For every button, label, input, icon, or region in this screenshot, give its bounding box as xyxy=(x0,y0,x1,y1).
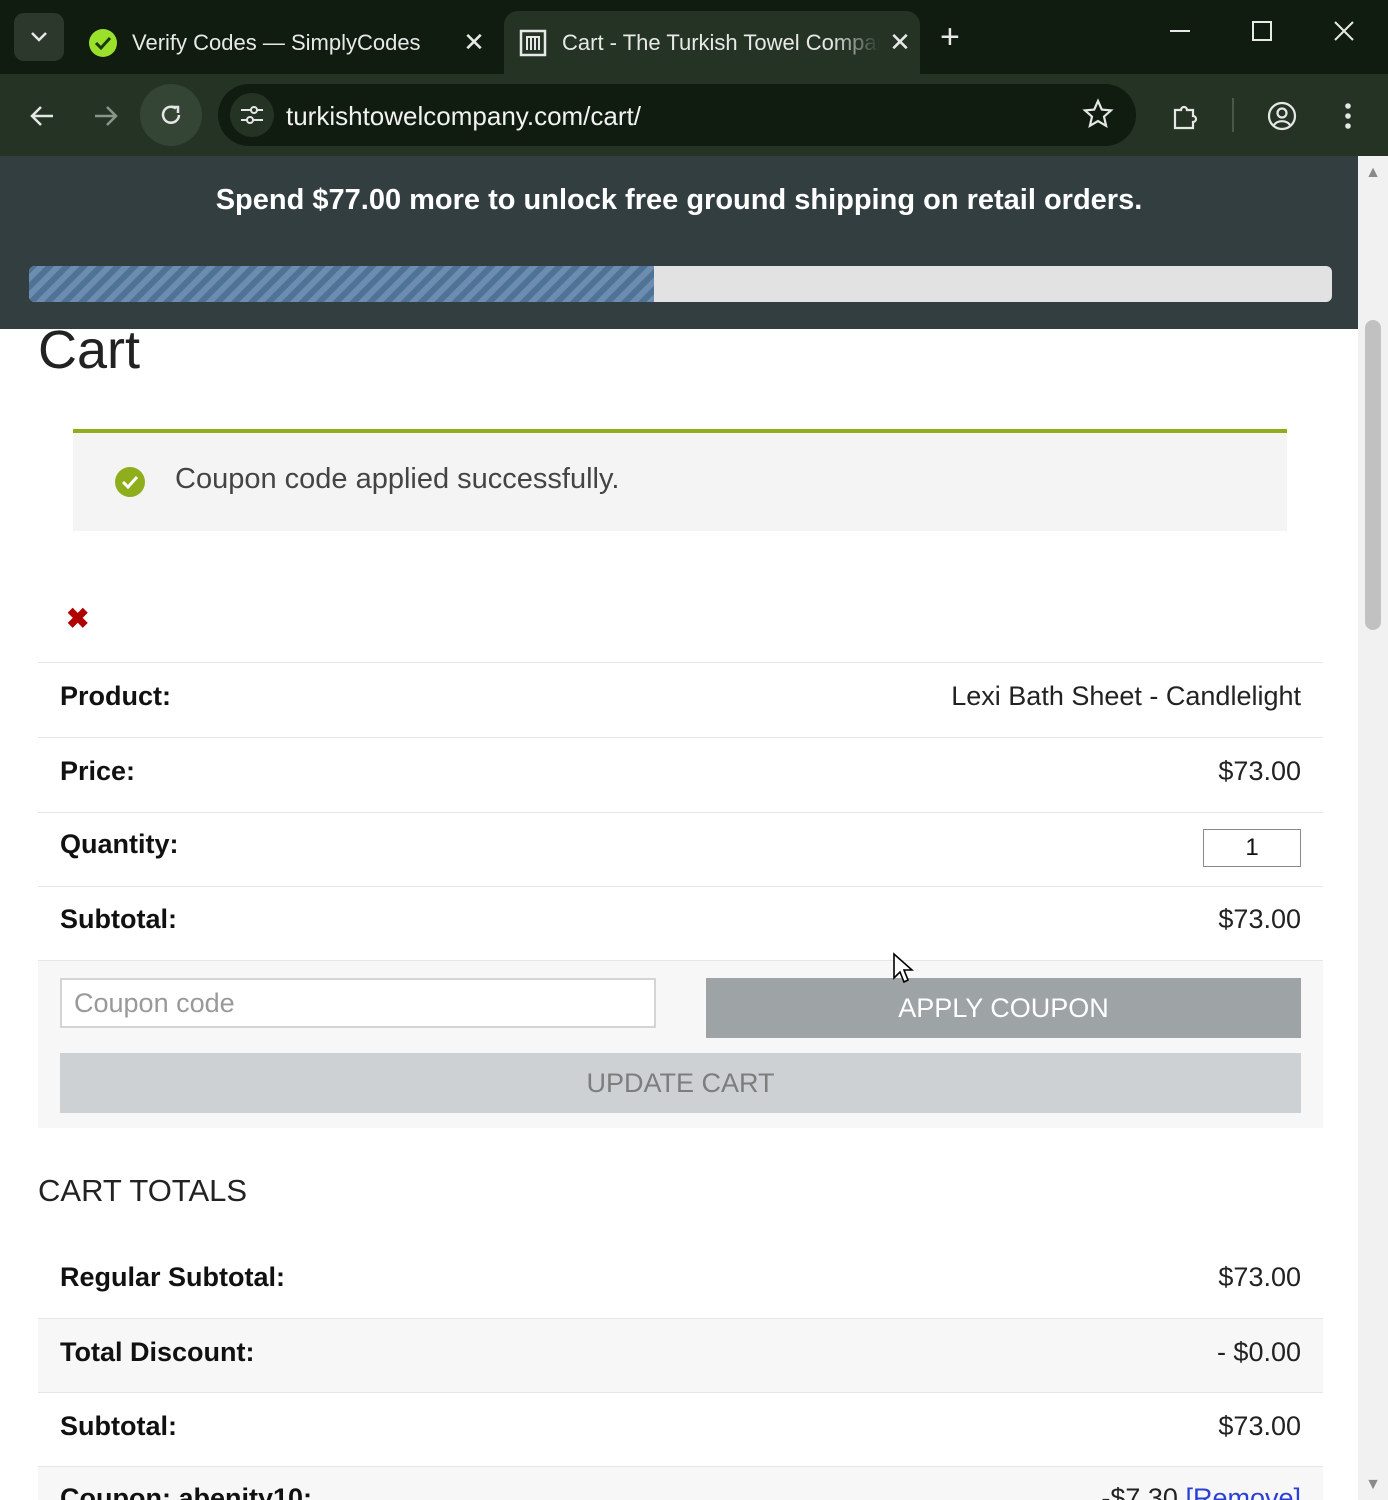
browser-toolbar: turkishtowelcompany.com/cart/ xyxy=(0,74,1388,156)
discount-value: - $0.00 xyxy=(1216,1337,1301,1367)
notice-text: Coupon code applied successfully. xyxy=(175,463,620,495)
cart-row-quantity: Quantity: 1 xyxy=(38,812,1323,886)
quantity-label: Quantity: xyxy=(60,829,179,859)
tab-simplycodes[interactable]: Verify Codes — SimplyCodes ✕ xyxy=(74,11,494,74)
remove-item-icon[interactable]: ✖ xyxy=(66,605,94,633)
apply-coupon-button[interactable]: APPLY COUPON xyxy=(706,978,1301,1038)
browser-tab-bar: Verify Codes — SimplyCodes ✕ Cart - The … xyxy=(0,0,1388,74)
product-link[interactable]: Lexi Bath Sheet - Candlelight xyxy=(951,681,1301,712)
coupon-label: Coupon: abenity10: xyxy=(60,1483,313,1500)
price-value: $73.00 xyxy=(1218,756,1301,786)
scroll-up-arrow-icon[interactable]: ▲ xyxy=(1358,164,1388,182)
scrollbar-thumb[interactable] xyxy=(1365,320,1381,630)
regular-subtotal-value: $73.00 xyxy=(1218,1262,1301,1292)
discount-label: Total Discount: xyxy=(60,1337,255,1367)
tab-close-icon[interactable]: ✕ xyxy=(454,27,494,58)
cart-totals-heading: CART TOTALS xyxy=(38,1173,248,1208)
check-circle-icon xyxy=(115,467,145,497)
profile-avatar-icon[interactable] xyxy=(1260,94,1304,138)
price-label: Price: xyxy=(60,756,136,786)
tab-close-icon[interactable]: ✕ xyxy=(880,27,920,58)
subtotal-label: Subtotal: xyxy=(60,904,177,934)
totals-row-subtotal: Subtotal: $73.00 xyxy=(38,1392,1323,1466)
update-cart-button[interactable]: UPDATE CART xyxy=(60,1053,1301,1113)
shipping-progress-bar xyxy=(29,266,1332,302)
chevron-down-icon xyxy=(31,32,47,42)
window-close-icon[interactable] xyxy=(1332,18,1356,50)
free-shipping-message: Spend $77.00 more to unlock free ground … xyxy=(215,184,1143,216)
remove-coupon-link[interactable]: [Remove] xyxy=(1185,1483,1301,1500)
cart-row-subtotal: Subtotal: $73.00 xyxy=(38,886,1323,960)
url-text: turkishtowelcompany.com/cart/ xyxy=(286,101,641,131)
kebab-menu-icon[interactable] xyxy=(1326,94,1370,138)
simplycodes-favicon-icon xyxy=(88,28,118,58)
coupon-code-input[interactable]: Coupon code xyxy=(60,978,656,1028)
tab-cart[interactable]: Cart - The Turkish Towel Company ✕ xyxy=(504,11,920,74)
page-scrollbar[interactable]: ▲ ▼ xyxy=(1358,156,1388,1500)
tab-title: Cart - The Turkish Towel Company xyxy=(562,29,880,55)
address-bar[interactable]: turkishtowelcompany.com/cart/ xyxy=(218,84,1136,146)
new-tab-icon[interactable]: + xyxy=(940,18,960,57)
mouse-cursor-icon xyxy=(892,952,915,989)
back-arrow-icon[interactable] xyxy=(20,94,64,138)
totals-subtotal-label: Subtotal: xyxy=(60,1411,177,1441)
totals-subtotal-value: $73.00 xyxy=(1218,1411,1301,1441)
coupon-value: -$7.30 [Remove] xyxy=(1101,1483,1301,1500)
page-title: Cart xyxy=(38,329,141,380)
shipping-progress-fill xyxy=(29,266,655,302)
turkish-towel-favicon-icon xyxy=(518,28,548,58)
success-notice: Coupon code applied successfully. xyxy=(73,429,1287,531)
totals-row-coupon: Coupon: abenity10: -$7.30 [Remove] xyxy=(38,1466,1323,1500)
page-content: Cart Coupon code applied successfully. ✖… xyxy=(0,329,1358,1500)
totals-row-regular-subtotal: Regular Subtotal: $73.00 xyxy=(38,1242,1323,1318)
forward-arrow-icon[interactable] xyxy=(84,94,128,138)
site-info-icon[interactable] xyxy=(230,93,274,137)
tab-title: Verify Codes — SimplyCodes xyxy=(132,29,421,55)
coupon-amount: -$7.30 xyxy=(1101,1483,1178,1500)
regular-subtotal-label: Regular Subtotal: xyxy=(60,1262,286,1292)
extensions-puzzle-icon[interactable] xyxy=(1164,94,1208,138)
bookmark-star-icon[interactable] xyxy=(1082,98,1114,135)
reload-icon[interactable] xyxy=(140,84,202,146)
quantity-input[interactable]: 1 xyxy=(1203,829,1301,867)
totals-row-discount: Total Discount: - $0.00 xyxy=(38,1318,1323,1392)
cart-row-price: Price: $73.00 xyxy=(38,737,1323,812)
cart-actions: Coupon code APPLY COUPON UPDATE CART xyxy=(38,960,1323,1128)
cart-row-product: Product: Lexi Bath Sheet - Candlelight xyxy=(38,662,1323,737)
tab-search-button[interactable] xyxy=(14,13,64,61)
product-label: Product: xyxy=(60,681,171,711)
toolbar-divider xyxy=(1232,98,1234,132)
maximize-icon[interactable] xyxy=(1250,18,1274,50)
scroll-down-arrow-icon[interactable]: ▼ xyxy=(1358,1476,1388,1494)
minimize-icon[interactable] xyxy=(1168,18,1192,50)
subtotal-value: $73.00 xyxy=(1218,904,1301,934)
free-shipping-banner: Spend $77.00 more to unlock free ground … xyxy=(0,156,1358,329)
